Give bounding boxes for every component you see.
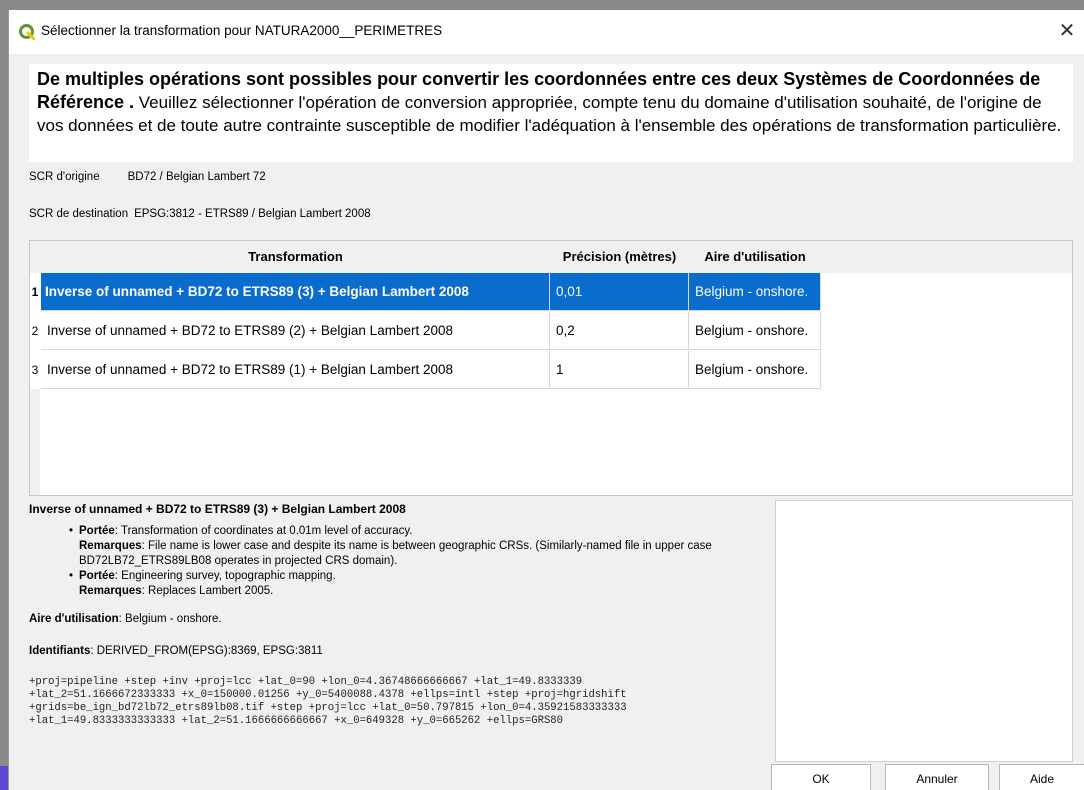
area-label: Aire d'utilisation [29,613,119,625]
table-row[interactable]: 1 Inverse of unnamed + BD72 to ETRS89 (3… [30,273,821,311]
transformation-dialog: Sélectionner la transformation pour NATU… [8,10,1084,790]
bullet-icon: • [69,570,74,582]
list-item: • Portée: Transformation of coordinates … [69,524,759,569]
cell-precision[interactable]: 0,2 [550,312,689,350]
qgis-logo-icon [19,24,35,40]
taskbar-edge [0,766,8,790]
row-number: 2 [30,312,40,350]
cell-area[interactable]: Belgium - onshore. [689,312,821,350]
ids-value: : DERIVED_FROM(EPSG):8369, EPSG:3811 [90,645,323,657]
area-of-use: Aire d'utilisation: Belgium - onshore. [29,612,222,627]
proj-line: +proj=pipeline +step +inv +proj=lcc +lat… [29,676,583,688]
table-header: Transformation Précision (mètres) Aire d… [30,241,1072,273]
cancel-button[interactable]: Annuler [885,764,989,790]
identifiers: Identifiants: DERIVED_FROM(EPSG):8369, E… [29,644,323,659]
dest-crs-row: SCR de destination EPSG:3812 - ETRS89 / B… [29,208,371,220]
cell-precision[interactable]: 0,01 [550,273,689,311]
details-list: • Portée: Transformation of coordinates … [69,524,759,599]
source-crs-row: SCR d'origine BD72 / Belgian Lambert 72 [29,171,266,183]
window-title: Sélectionner la transformation pour NATU… [41,23,443,38]
remarks-label: Remarques [79,585,142,597]
remarks-text: : File name is lower case and despite it… [79,540,712,567]
dest-crs-label: SCR de destination [29,208,129,220]
area-value: : Belgium - onshore. [118,613,222,625]
source-crs-label: SCR d'origine [29,171,100,183]
ids-label: Identifiants [29,645,91,657]
cell-area[interactable]: Belgium - onshore. [689,273,821,311]
row-header-gutter [30,389,40,495]
bullet-icon: • [69,525,74,537]
help-button[interactable]: Aide [999,764,1084,790]
cell-precision[interactable]: 1 [550,351,689,389]
scope-label: Portée [79,570,115,582]
column-header-area[interactable]: Aire d'utilisation [689,241,821,273]
close-button[interactable]: ✕ [1052,16,1082,46]
scope-text: : Transformation of coordinates at 0.01m… [114,525,413,537]
proj-string: +proj=pipeline +step +inv +proj=lcc +lat… [29,676,769,728]
cell-area[interactable]: Belgium - onshore. [689,351,821,389]
column-header-precision[interactable]: Précision (mètres) [550,241,689,273]
proj-line: +grids=be_ign_bd72lb72_etrs89lb08.tif +s… [29,702,627,714]
description-text: Veuillez sélectionner l'opération de con… [37,93,1062,135]
scope-label: Portée [79,525,115,537]
list-item: • Portée: Engineering survey, topographi… [69,569,759,599]
details-title: Inverse of unnamed + BD72 to ETRS89 (3) … [29,502,406,516]
ok-button[interactable]: OK [771,764,871,790]
remarks-text: : Replaces Lambert 2005. [141,585,274,597]
row-number: 3 [30,351,40,389]
cell-transformation[interactable]: Inverse of unnamed + BD72 to ETRS89 (3) … [41,273,550,311]
title-bar: Sélectionner la transformation pour NATU… [9,10,1084,54]
row-number: 1 [30,273,40,311]
description-box: De multiples opérations sont possibles p… [29,64,1073,162]
table-corner [30,241,40,273]
remarks-label: Remarques [79,540,142,552]
column-header-transformation[interactable]: Transformation [41,241,550,273]
table-row[interactable]: 3 Inverse of unnamed + BD72 to ETRS89 (1… [30,351,821,389]
area-map-panel [775,500,1073,762]
proj-line: +lat_1=49.8333333333333 +lat_2=51.166666… [29,715,564,727]
details-panel: Inverse of unnamed + BD72 to ETRS89 (3) … [29,496,769,776]
source-crs-value: BD72 / Belgian Lambert 72 [127,171,266,183]
table-row[interactable]: 2 Inverse of unnamed + BD72 to ETRS89 (2… [30,312,821,350]
dest-crs-value: EPSG:3812 - ETRS89 / Belgian Lambert 200… [134,208,371,220]
transformations-table: Transformation Précision (mètres) Aire d… [29,240,1073,496]
cell-transformation[interactable]: Inverse of unnamed + BD72 to ETRS89 (2) … [41,312,550,350]
cell-transformation[interactable]: Inverse of unnamed + BD72 to ETRS89 (1) … [41,351,550,389]
proj-line: +lat_2=51.1666672333333 +x_0=150000.0125… [29,689,627,701]
scope-text: : Engineering survey, topographic mappin… [114,570,336,582]
